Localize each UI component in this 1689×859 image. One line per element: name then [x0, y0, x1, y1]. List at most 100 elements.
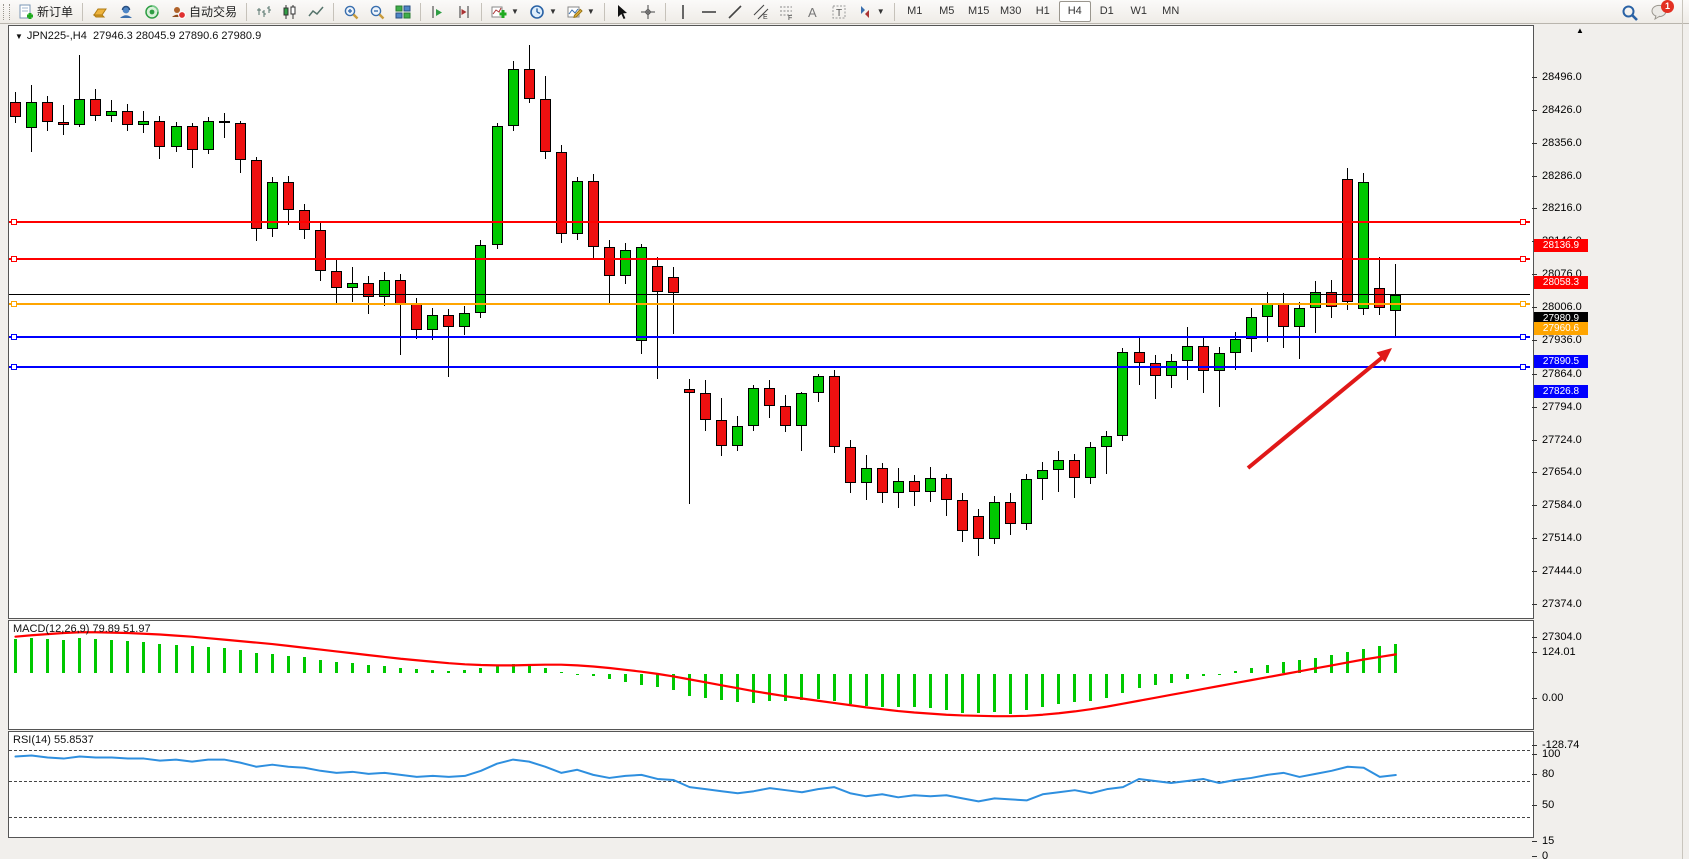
- autotrading-button[interactable]: 自动交易: [165, 0, 242, 23]
- macd-histogram-bar: [367, 665, 370, 674]
- timeframe-button-m15[interactable]: M15: [963, 1, 995, 22]
- vertical-line-tool[interactable]: [670, 0, 696, 23]
- clock-icon: [529, 4, 545, 20]
- timeframe-button-h4[interactable]: H4: [1059, 1, 1091, 22]
- crosshair-tool-button[interactable]: [635, 0, 661, 23]
- timeframe-button-w1[interactable]: W1: [1123, 1, 1155, 22]
- macd-histogram-bar: [688, 674, 691, 696]
- line-handle[interactable]: [11, 364, 17, 370]
- tick-mark: [1532, 637, 1537, 638]
- notification-badge: 1: [1661, 0, 1674, 13]
- macd-histogram-bar: [833, 674, 836, 701]
- macd-histogram-bar: [447, 671, 450, 674]
- price-level-badge: 27890.5: [1534, 355, 1588, 368]
- candle: [780, 406, 791, 426]
- line-handle[interactable]: [1520, 219, 1526, 225]
- timeframe-toolbar: M1M5M15M30H1H4D1W1MN: [899, 1, 1187, 22]
- line-handle[interactable]: [1520, 364, 1526, 370]
- line-handle[interactable]: [1520, 301, 1526, 307]
- bar-chart-mode-button[interactable]: [251, 0, 277, 23]
- chart-shift-icon: [456, 4, 472, 20]
- price-axis[interactable]: 28496.028426.028356.028286.028216.028146…: [1532, 48, 1689, 859]
- horizontal-line-support-2[interactable]: [9, 366, 1530, 368]
- support-chat-button[interactable]: [113, 0, 139, 23]
- separator: [894, 3, 895, 21]
- line-handle[interactable]: [11, 301, 17, 307]
- candle-wick: [1155, 355, 1156, 398]
- macd-histogram-bar: [865, 674, 868, 706]
- macd-histogram-bar: [1362, 649, 1365, 673]
- market-watch-button[interactable]: [87, 0, 113, 23]
- cursor-tool-button[interactable]: [609, 0, 635, 23]
- templates-button[interactable]: ▼: [562, 0, 600, 23]
- zoom-in-button[interactable]: [338, 0, 364, 23]
- horizontal-line-tool[interactable]: [696, 0, 722, 23]
- trendline-tool[interactable]: [722, 0, 748, 23]
- indicators-button[interactable]: ▼: [486, 0, 524, 23]
- line-handle[interactable]: [1520, 334, 1526, 340]
- line-handle[interactable]: [11, 334, 17, 340]
- timeframe-button-d1[interactable]: D1: [1091, 1, 1123, 22]
- text-tool[interactable]: A: [800, 0, 826, 23]
- equidistant-channel-tool[interactable]: E: [748, 0, 774, 23]
- arrows-tool[interactable]: ▼: [852, 0, 890, 23]
- macd-histogram-bar: [1009, 674, 1012, 714]
- chart-shift-button[interactable]: [451, 0, 477, 23]
- horizontal-line-bid-price-line[interactable]: [9, 294, 1530, 295]
- timeframe-button-m5[interactable]: M5: [931, 1, 963, 22]
- horizontal-line-resistance-1[interactable]: [9, 221, 1530, 223]
- auto-scroll-button[interactable]: [425, 0, 451, 23]
- toolbar-grip[interactable]: [3, 4, 10, 20]
- macd-histogram-bar: [431, 670, 434, 674]
- template-icon: [567, 4, 583, 20]
- line-handle[interactable]: [11, 219, 17, 225]
- line-chart-mode-button[interactable]: [303, 0, 329, 23]
- horizontal-line-resistance-2[interactable]: [9, 258, 1530, 260]
- periods-button[interactable]: ▼: [524, 0, 562, 23]
- macd-histogram-bar: [30, 638, 33, 674]
- timeframe-button-mn[interactable]: MN: [1155, 1, 1187, 22]
- candle: [1101, 436, 1112, 447]
- macd-histogram-bar: [752, 674, 755, 703]
- horizontal-line-support-1[interactable]: [9, 336, 1530, 338]
- price-pane[interactable]: ▼JPN225-,H4 27946.3 28045.9 27890.6 2798…: [8, 25, 1534, 619]
- candle: [861, 468, 872, 483]
- tick-mark: [1532, 307, 1537, 308]
- dropdown-caret: ▼: [549, 7, 557, 16]
- candlestick-mode-button[interactable]: [277, 0, 303, 23]
- macd-histogram-bar: [1218, 674, 1221, 675]
- macd-tick-label: 124.01: [1542, 646, 1576, 658]
- rsi-level-line: [9, 750, 1530, 751]
- line-handle[interactable]: [1520, 256, 1526, 262]
- macd-histogram-bar: [977, 674, 980, 714]
- notifications-chat-icon[interactable]: 1: [1651, 4, 1667, 20]
- candle: [395, 280, 406, 303]
- line-handle[interactable]: [11, 256, 17, 262]
- tick-mark: [1532, 604, 1537, 605]
- zoom-out-button[interactable]: [364, 0, 390, 23]
- timeframe-button-m30[interactable]: M30: [995, 1, 1027, 22]
- macd-histogram-bar: [1121, 674, 1124, 694]
- candle: [941, 478, 952, 499]
- candle: [973, 516, 984, 539]
- macd-histogram-bar: [1346, 652, 1349, 673]
- horizontal-line-pivot-orange[interactable]: [9, 303, 1530, 305]
- new-order-button[interactable]: 新订单: [13, 0, 78, 23]
- rsi-level-line: [9, 817, 1530, 818]
- timeframe-button-m1[interactable]: M1: [899, 1, 931, 22]
- macd-histogram-bar: [656, 674, 659, 688]
- tile-windows-button[interactable]: [390, 0, 416, 23]
- search-icon[interactable]: [1621, 4, 1637, 20]
- rsi-pane[interactable]: RSI(14) 55.8537: [8, 731, 1534, 838]
- tick-mark: [1532, 841, 1537, 842]
- text-label-tool[interactable]: T: [826, 0, 852, 23]
- timeframe-button-h1[interactable]: H1: [1027, 1, 1059, 22]
- candle: [572, 181, 583, 235]
- chevron-down-icon[interactable]: ▼: [15, 32, 23, 41]
- candle: [925, 478, 936, 491]
- fibonacci-tool[interactable]: F: [774, 0, 800, 23]
- tick-mark: [1532, 571, 1537, 572]
- macd-histogram-bar: [704, 674, 707, 698]
- candle: [235, 123, 246, 161]
- signals-button[interactable]: [139, 0, 165, 23]
